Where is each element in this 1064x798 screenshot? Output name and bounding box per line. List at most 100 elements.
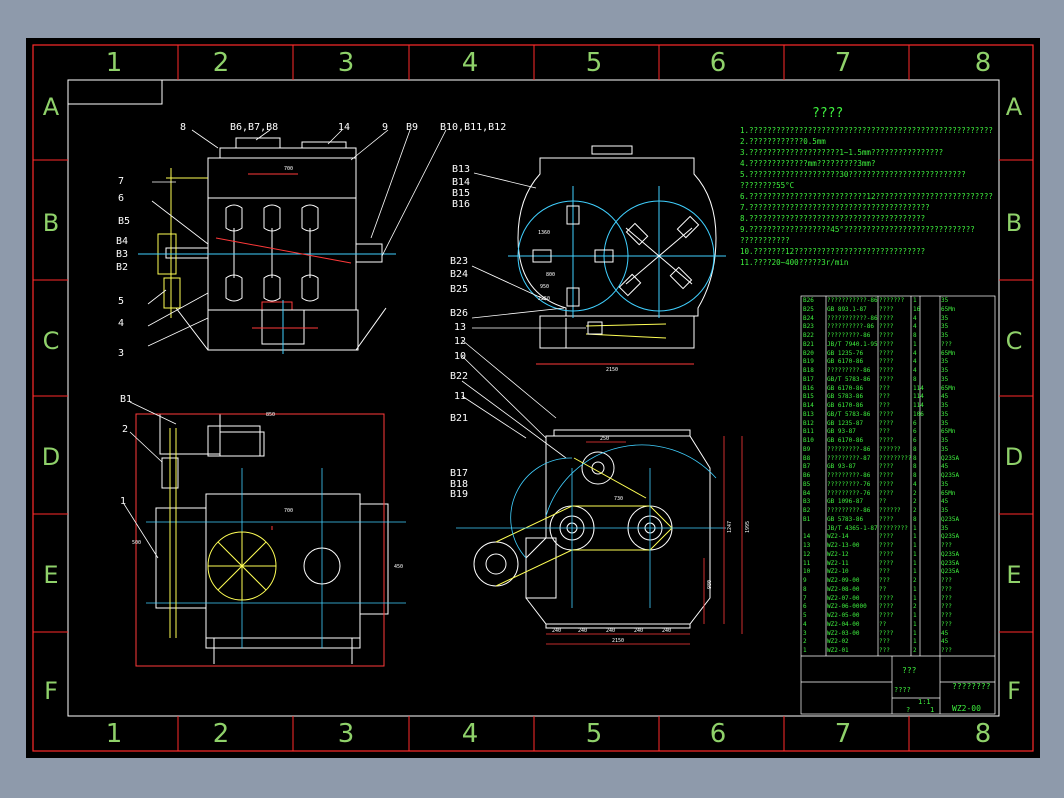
bom-cell: ????: [879, 419, 894, 427]
balloon-b5: B5: [118, 216, 131, 227]
bom-cell: ?????????-86: [827, 332, 871, 339]
front-leaders: [147, 129, 447, 347]
grid-col-top-8: 8: [974, 48, 992, 78]
bom-cell: WZ2-08-00: [827, 585, 860, 593]
bom-cell: 106: [913, 410, 924, 418]
end-dim-1995: 1995: [745, 521, 751, 533]
bom-cell: ????: [879, 542, 894, 549]
bom-cell: 1: [913, 594, 917, 602]
bom-cell: 2: [913, 489, 917, 497]
plan-motor: [219, 431, 265, 457]
tech-req-line: 4.?????????????mm?????????3mm?: [740, 159, 876, 168]
bom-cell: ????: [879, 489, 894, 497]
bom-cell: ????: [879, 375, 894, 383]
balloon-b14: B14: [452, 177, 471, 188]
bom-cell: ???????????-86: [827, 314, 878, 322]
bom-cell: 1: [913, 542, 917, 549]
bom-cell: ???: [941, 585, 952, 593]
bom-cell: 1: [913, 612, 917, 619]
bom-cell: ??????: [879, 445, 901, 453]
bom-cell: 2: [803, 638, 807, 646]
bom-cell: Q235A: [941, 515, 960, 523]
plan-dim-450: 450: [394, 564, 403, 570]
bom-cell: 16: [913, 305, 921, 313]
bom-cell: 2: [913, 507, 917, 514]
plan-leaders: [123, 401, 177, 559]
title-scale-value: 1:1: [918, 698, 931, 706]
bom-cell: B21: [803, 340, 814, 348]
bom-cell: ???: [941, 620, 952, 628]
balloon-1: 1: [120, 496, 127, 507]
bom-cell: ???: [941, 594, 952, 602]
balloon-4: 4: [118, 318, 125, 329]
grid-col-top-2: 2: [212, 48, 230, 78]
grid-col-top-7: 7: [834, 48, 852, 78]
bom-cell: ?????????: [879, 454, 912, 462]
bom-cell: ??: [879, 498, 887, 506]
balloon-2: 2: [122, 424, 129, 435]
bom-cell: ????: [879, 332, 894, 339]
bom-cell: ???: [879, 384, 890, 392]
bom-cell: 35: [941, 507, 949, 514]
balloon-b16: B16: [452, 199, 471, 210]
title-drawing-title: ????????: [952, 682, 991, 691]
balloon-b19: B19: [450, 489, 469, 500]
bom-cell: JB/T 7940.1-95: [827, 340, 878, 348]
bom-cell: 2: [913, 498, 917, 506]
bom-cell: B9: [803, 445, 811, 453]
bom-cell: ????: [879, 340, 894, 348]
bom-cell: 12: [803, 550, 811, 558]
bom-cell: 13: [803, 542, 811, 549]
bom-cell: 35: [941, 402, 949, 409]
bom-cell: GB 6170-86: [827, 437, 864, 444]
bom-cell: 65Mn: [941, 489, 956, 497]
grid-col-bottom-3: 3: [337, 719, 355, 749]
bom-cell: ?????????-86: [827, 472, 871, 479]
bom-cell: B7: [803, 463, 811, 471]
bom-cell: 65Mn: [941, 349, 956, 357]
grid-col-bottom-5: 5: [585, 719, 603, 749]
bom-cell: 35: [941, 410, 949, 418]
bom-cell: ??????: [879, 507, 901, 514]
title-drawing-number: WZ2-00: [952, 704, 981, 713]
end-dim-250: 250: [600, 436, 609, 442]
bom-cell: GB 5783-86: [827, 515, 864, 523]
bom-cell: B18: [803, 367, 814, 374]
bom-cell: ??: [879, 620, 887, 628]
bom-cell: B5: [803, 480, 811, 488]
bom-cell: B8: [803, 454, 811, 462]
bom-cell: 35: [941, 323, 949, 331]
tech-req-title: ????: [812, 106, 844, 121]
bom-cell: ????: [879, 533, 894, 541]
bom-cell: 45: [941, 463, 949, 471]
balloon-b1: B1: [120, 394, 133, 405]
bom-cell: 35: [941, 437, 949, 444]
bom-cell: Q235A: [941, 568, 960, 576]
grid-row-right-B: B: [1005, 209, 1023, 237]
balloon-b6-b8: B6,B7,B8: [230, 122, 279, 133]
grid-row-right-A: A: [1005, 93, 1023, 121]
title-scale-label: ????: [894, 686, 911, 694]
bom-cell: 5: [803, 612, 807, 619]
balloon-5: 5: [118, 296, 125, 307]
bom-cell: ????: [879, 629, 894, 637]
tech-req-line: 1.??????????????????????????????????????…: [740, 126, 993, 135]
bom-cell: 1: [913, 568, 917, 576]
bom-cell: 4: [913, 358, 917, 366]
bom-cell: 45: [941, 629, 949, 637]
bom-cell: ???: [941, 577, 952, 584]
grid-row-left-D: D: [41, 443, 61, 471]
grid-col-bottom-1: 1: [105, 719, 123, 749]
tech-req-line: 2.????????????0.5mm: [740, 137, 826, 146]
section-dim-950: 950: [540, 284, 549, 290]
grid-col-bottom-8: 8: [974, 719, 992, 749]
grid-col-top-1: 1: [105, 48, 123, 78]
balloon-b9: B9: [406, 122, 419, 133]
bom-cell: B10: [803, 437, 814, 444]
balloon-14: 14: [338, 122, 351, 133]
grid-col-top-4: 4: [461, 48, 479, 78]
bom-cell: WZ2-03-00: [827, 629, 860, 637]
bom-cell: 35: [941, 524, 949, 532]
section-outlet: [585, 321, 667, 339]
bom-cell: ????: [879, 480, 894, 488]
